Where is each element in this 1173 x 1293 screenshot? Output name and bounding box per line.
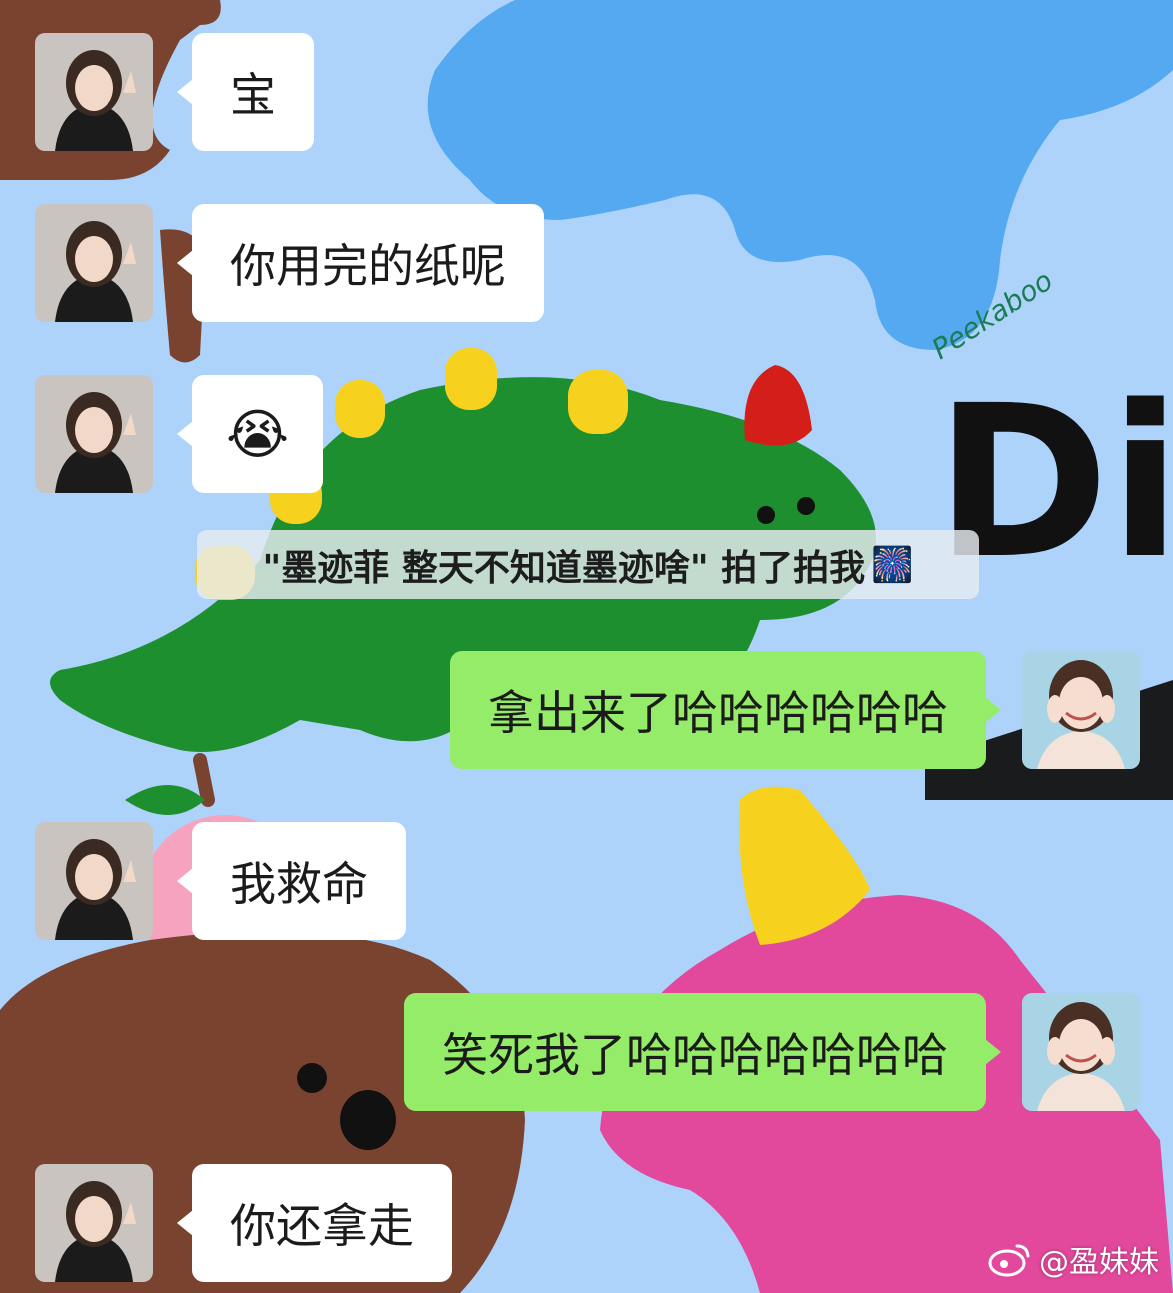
message-text: 我救命 — [230, 857, 368, 911]
firework-icon: 🎆 — [871, 544, 914, 585]
message-text: 笑死我了哈哈哈哈哈哈哈 — [442, 1028, 948, 1082]
avatar[interactable] — [1022, 993, 1140, 1111]
self-avatar-image — [1022, 993, 1140, 1111]
incoming-message-bubble[interactable]: 宝 — [177, 33, 314, 151]
outgoing-message-bubble[interactable]: 拿出来了哈哈哈哈哈哈 — [450, 651, 1001, 769]
message-text: 宝 — [230, 68, 276, 122]
incoming-message-bubble[interactable]: 你还拿走 — [177, 1164, 452, 1282]
weibo-icon — [988, 1244, 1030, 1277]
self-avatar-image — [1022, 651, 1140, 769]
outgoing-message-bubble[interactable]: 笑死我了哈哈哈哈哈哈哈 — [404, 993, 1001, 1111]
avatar[interactable] — [1022, 651, 1140, 769]
pat-notice-text: "墨迹菲 整天不知道墨迹啥" 拍了拍我 — [262, 547, 866, 589]
avatar[interactable] — [35, 33, 153, 151]
avatar[interactable] — [35, 204, 153, 322]
contact-avatar-image — [35, 375, 153, 493]
contact-avatar-image — [35, 33, 153, 151]
contact-avatar-image — [35, 1164, 153, 1282]
watermark-label: @盈妹妹 — [1039, 1245, 1159, 1280]
contact-avatar-image — [35, 822, 153, 940]
avatar[interactable] — [35, 1164, 153, 1282]
incoming-message-bubble[interactable]: 😭 — [176, 375, 324, 493]
message-text: 你用完的纸呢 — [230, 239, 506, 293]
watermark: @盈妹妹 — [987, 1237, 1159, 1281]
crying-emoji: 😭 — [226, 402, 290, 466]
contact-avatar-image — [35, 204, 153, 322]
pat-notice: "墨迹菲 整天不知道墨迹啥" 拍了拍我 🎆 — [197, 530, 979, 599]
message-text: 拿出来了哈哈哈哈哈哈 — [488, 686, 948, 740]
avatar[interactable] — [35, 375, 153, 493]
incoming-message-bubble[interactable]: 你用完的纸呢 — [177, 204, 544, 322]
incoming-message-bubble[interactable]: 我救命 — [177, 822, 406, 940]
message-text: 你还拿走 — [230, 1199, 414, 1253]
avatar[interactable] — [35, 822, 153, 940]
